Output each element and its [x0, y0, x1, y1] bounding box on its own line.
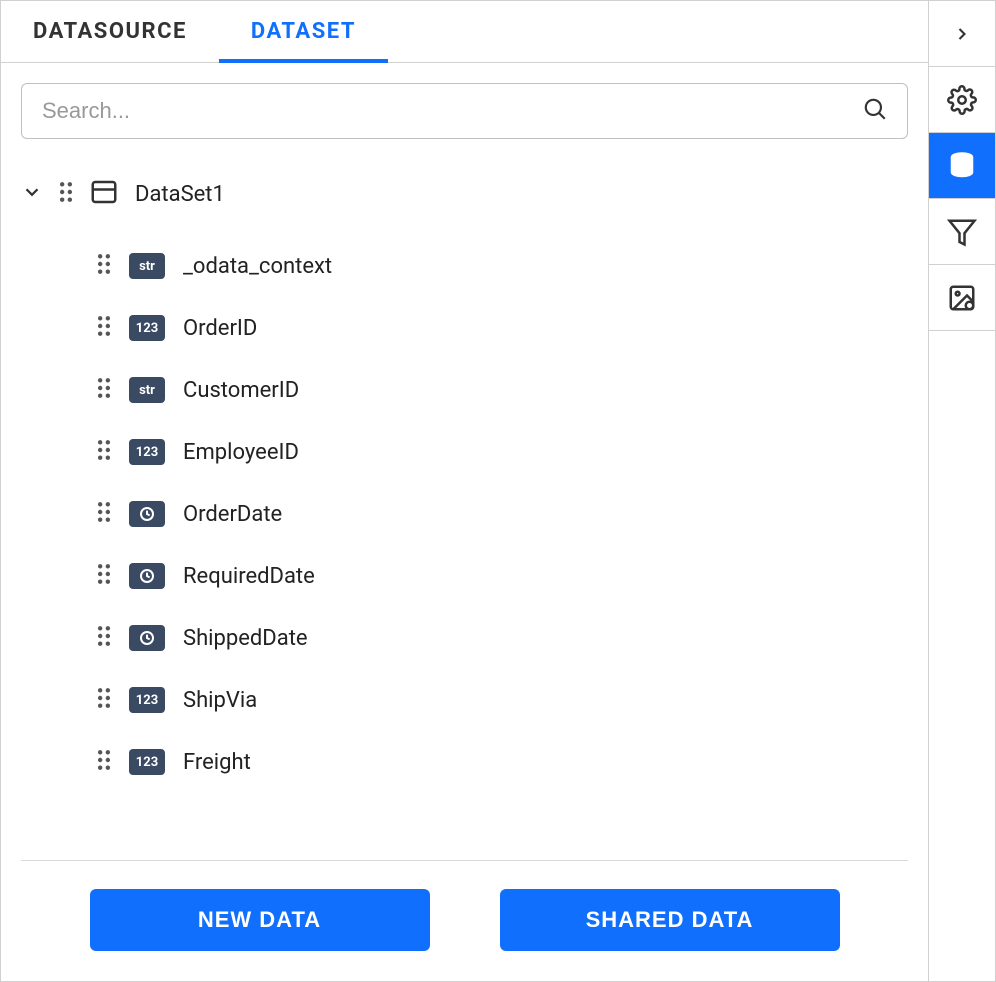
- drag-handle-icon[interactable]: [59, 181, 73, 207]
- tab-datasource[interactable]: DATASOURCE: [1, 1, 219, 62]
- main-panel: DATASOURCE DATASET: [1, 1, 929, 981]
- field-name: OrderDate: [183, 502, 282, 527]
- field-name: _odata_context: [183, 254, 332, 279]
- field-row[interactable]: RequiredDate: [97, 545, 908, 607]
- gear-icon: [947, 85, 977, 115]
- shared-data-button[interactable]: SHARED DATA: [500, 889, 840, 951]
- rail-filter[interactable]: [929, 199, 995, 265]
- drag-handle-icon[interactable]: [97, 439, 111, 465]
- type-badge-str: str: [129, 253, 165, 279]
- type-badge-date: [129, 563, 165, 589]
- dataset-root[interactable]: DataSet1: [21, 169, 908, 219]
- new-data-button[interactable]: NEW DATA: [90, 889, 430, 951]
- type-badge-date: [129, 625, 165, 651]
- drag-handle-icon[interactable]: [97, 315, 111, 341]
- field-name: Freight: [183, 750, 251, 775]
- dataset-name: DataSet1: [135, 182, 225, 207]
- field-row[interactable]: 123 Freight: [97, 731, 908, 793]
- tab-dataset[interactable]: DATASET: [219, 1, 388, 62]
- search-input[interactable]: [21, 83, 908, 139]
- footer: NEW DATA SHARED DATA: [21, 860, 908, 961]
- field-row[interactable]: OrderDate: [97, 483, 908, 545]
- type-badge-123: 123: [129, 439, 165, 465]
- dataset-fields: str _odata_context 123 OrderID str Customer…: [97, 235, 908, 793]
- image-settings-icon: [947, 283, 977, 313]
- type-badge-123: 123: [129, 749, 165, 775]
- field-name: RequiredDate: [183, 564, 315, 589]
- field-name: ShipVia: [183, 688, 257, 713]
- type-badge-123: 123: [129, 687, 165, 713]
- search-wrapper: [21, 83, 908, 139]
- chevron-right-icon: [952, 24, 972, 44]
- rail-image[interactable]: [929, 265, 995, 331]
- field-row[interactable]: 123 OrderID: [97, 297, 908, 359]
- type-badge-date: [129, 501, 165, 527]
- type-badge-123: 123: [129, 315, 165, 341]
- field-row[interactable]: str _odata_context: [97, 235, 908, 297]
- field-name: ShippedDate: [183, 626, 308, 651]
- field-name: CustomerID: [183, 378, 299, 403]
- field-row[interactable]: 123 ShipVia: [97, 669, 908, 731]
- drag-handle-icon[interactable]: [97, 501, 111, 527]
- field-row[interactable]: 123 EmployeeID: [97, 421, 908, 483]
- dataset-tree: DataSet1 str _odata_context 123 OrderID st…: [21, 169, 908, 860]
- panel-body: DataSet1 str _odata_context 123 OrderID st…: [1, 63, 928, 981]
- drag-handle-icon[interactable]: [97, 377, 111, 403]
- rail-settings[interactable]: [929, 67, 995, 133]
- rail-data[interactable]: [929, 133, 995, 199]
- chevron-down-icon[interactable]: [21, 181, 43, 207]
- field-name: EmployeeID: [183, 440, 299, 465]
- search-icon[interactable]: [862, 96, 888, 126]
- drag-handle-icon[interactable]: [97, 253, 111, 279]
- drag-handle-icon[interactable]: [97, 625, 111, 651]
- drag-handle-icon[interactable]: [97, 563, 111, 589]
- field-name: OrderID: [183, 316, 257, 341]
- rail-expand[interactable]: [929, 1, 995, 67]
- side-rail: [929, 1, 995, 981]
- tabs: DATASOURCE DATASET: [1, 1, 928, 63]
- type-badge-str: str: [129, 377, 165, 403]
- drag-handle-icon[interactable]: [97, 687, 111, 713]
- drag-handle-icon[interactable]: [97, 749, 111, 775]
- field-row[interactable]: ShippedDate: [97, 607, 908, 669]
- field-row[interactable]: str CustomerID: [97, 359, 908, 421]
- filter-icon: [947, 217, 977, 247]
- dataset-icon: [89, 177, 119, 211]
- database-icon: [947, 151, 977, 181]
